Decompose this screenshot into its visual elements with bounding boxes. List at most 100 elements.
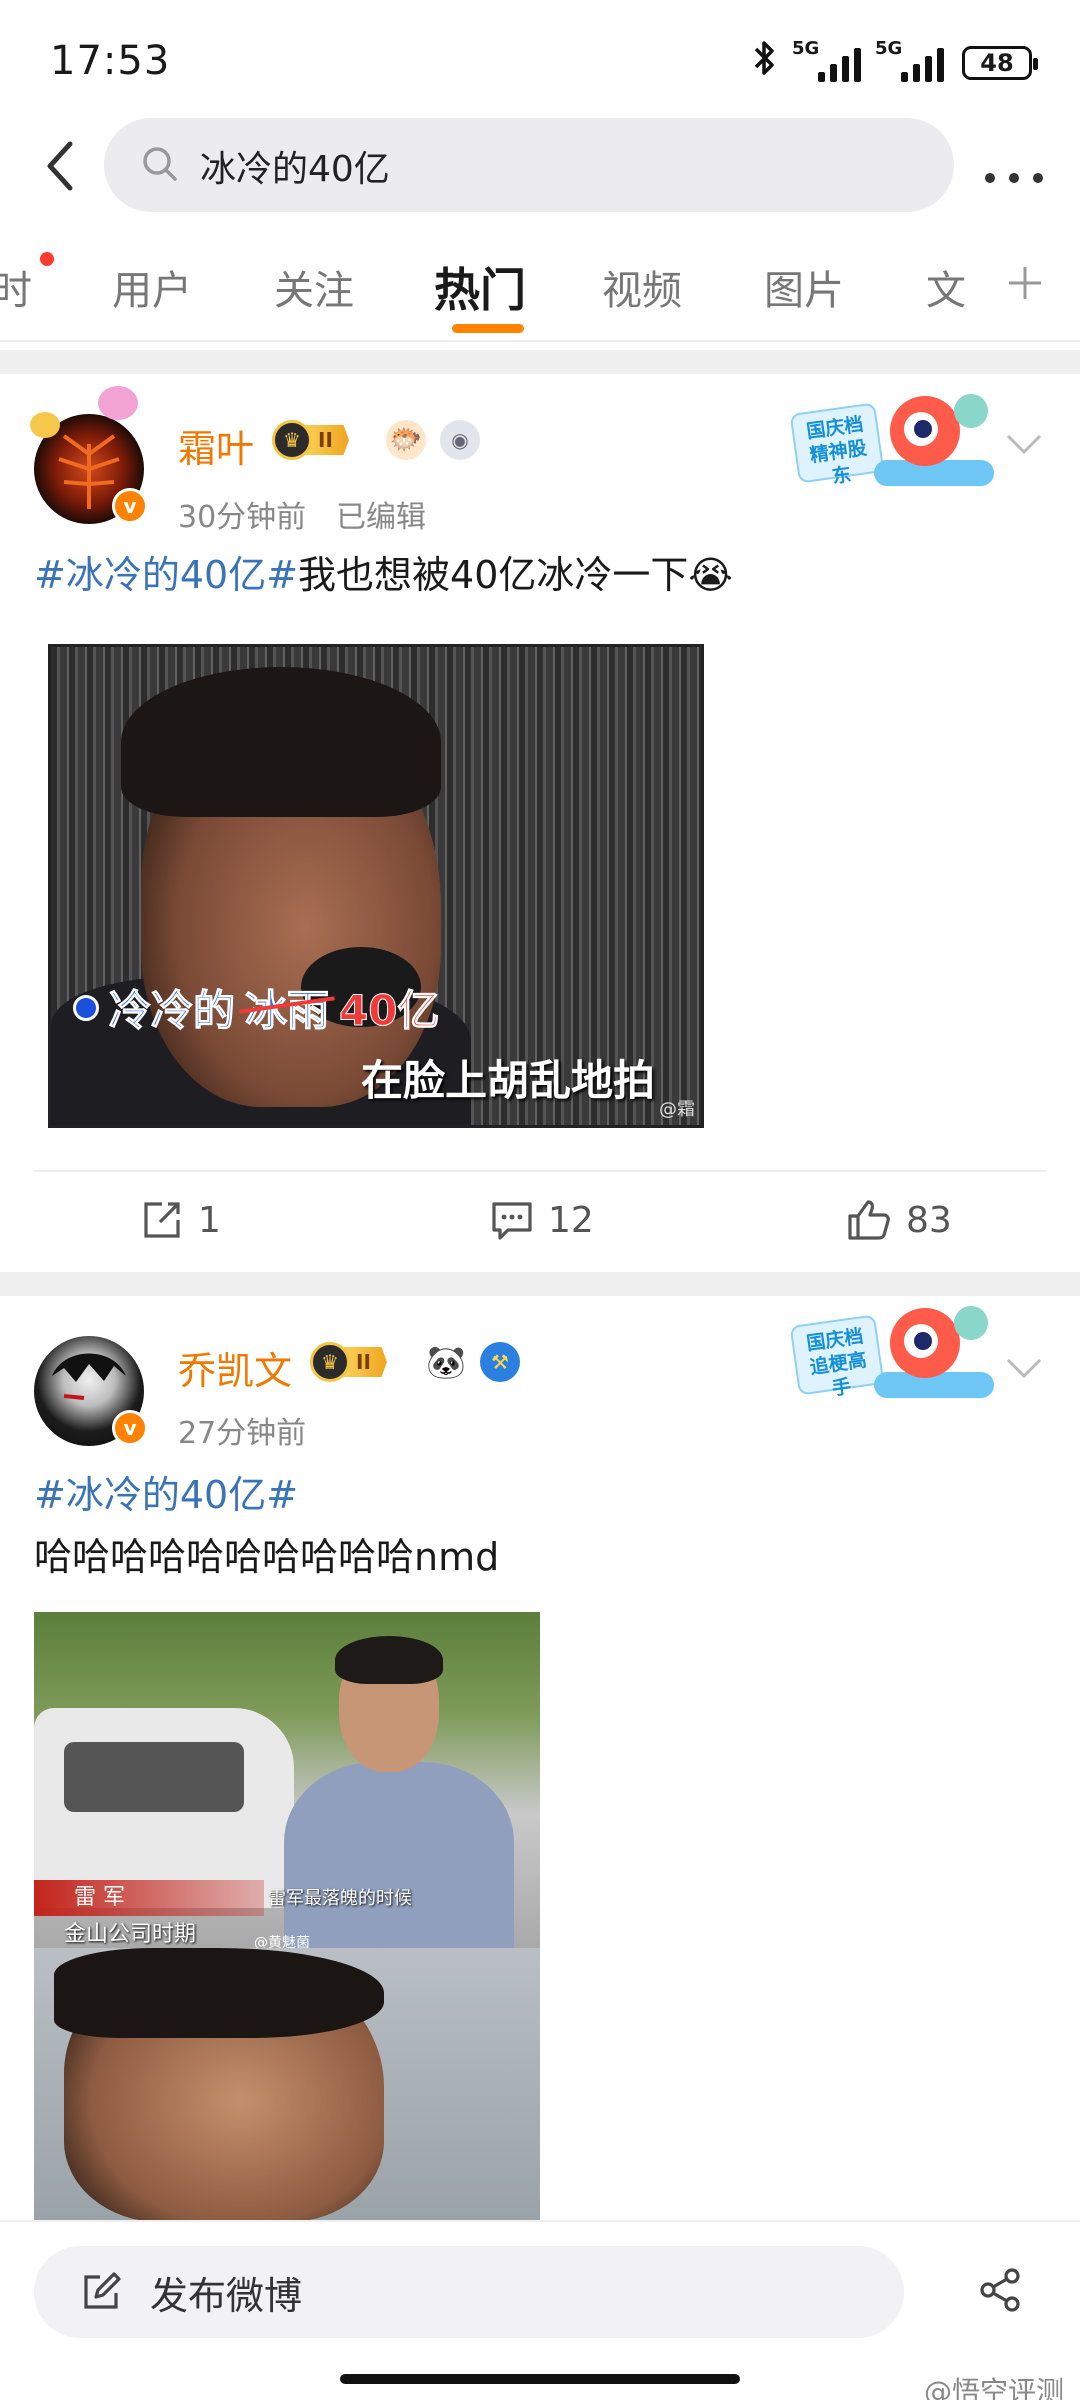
image-person-head — [335, 1636, 443, 1772]
edit-icon — [84, 2272, 121, 2309]
repost-icon — [144, 1202, 180, 1238]
hashtag-link[interactable]: #冰冷的40亿# — [34, 553, 298, 597]
post-time: 27分钟前 — [178, 1416, 307, 1451]
comment-count: 12 — [548, 1199, 594, 1241]
tab-hot[interactable]: 热门 — [434, 254, 526, 320]
panda-icon: 🐼 — [426, 1342, 466, 1382]
post-time: 30分钟前 — [178, 500, 307, 535]
like-button[interactable]: 83 — [846, 1198, 952, 1242]
home-indicator[interactable] — [340, 2374, 740, 2384]
post-image[interactable]: 冷冷的 冰雨 40亿 在脸上胡乱地拍 @霜 — [48, 644, 704, 1128]
image-watermark: @霜 — [659, 1099, 695, 1120]
section-gap — [0, 1272, 1080, 1296]
post-text: #冰冷的40亿#我也想被40亿冰冷一下😭 — [34, 550, 733, 600]
fish-badge-icon: 🐡 — [386, 420, 426, 460]
tab-realtime[interactable]: 时 — [0, 258, 32, 316]
image-caption-line2: 在脸上胡乱地拍 — [361, 1056, 656, 1105]
member-level-badge[interactable]: ♛ II — [272, 420, 349, 460]
image-caption-name: 雷 军 — [34, 1880, 264, 1916]
more-dots-icon — [985, 173, 1043, 183]
compose-button[interactable]: 发布微博 — [34, 2246, 904, 2338]
active-tab-indicator — [452, 324, 524, 333]
like-count: 83 — [906, 1199, 952, 1241]
unread-dot — [40, 252, 54, 266]
status-bar: 17:53 5G 5G 48 — [0, 0, 1080, 120]
add-tab-button[interactable] — [1006, 258, 1044, 314]
avatar[interactable]: v — [34, 1336, 148, 1446]
crying-emoji: 😭 — [688, 553, 733, 597]
comment-button[interactable]: 12 — [490, 1198, 594, 1242]
caption-dot-icon — [73, 994, 99, 1021]
search-icon — [143, 147, 177, 181]
signal-icon-2: 5G — [875, 38, 944, 82]
post-hashtag-line: #冰冷的40亿# — [34, 1470, 298, 1520]
chevron-down-icon — [1006, 1358, 1042, 1379]
verified-badge: v — [112, 1410, 148, 1446]
repost-count: 1 — [198, 1199, 221, 1241]
chevron-left-icon — [47, 141, 73, 191]
image-caption-line1: 冷冷的 冰雨 40亿 — [73, 977, 440, 1038]
network-type-label: 5G — [792, 37, 820, 59]
image-person-hair — [54, 1948, 384, 2038]
edited-label: 已编辑 — [336, 500, 426, 535]
promo-ball-decoration — [954, 394, 988, 428]
more-options-button[interactable] — [984, 148, 1044, 194]
signal-icon: 5G — [792, 38, 861, 82]
promo-badge-label: 国庆档追梗高手 — [789, 1314, 885, 1400]
bluetooth-icon — [752, 40, 778, 85]
chevron-down-icon — [1006, 434, 1042, 455]
post-menu-button[interactable] — [1004, 424, 1044, 465]
hashtag-link[interactable]: #冰冷的40亿# — [34, 1473, 298, 1517]
status-time: 17:53 — [50, 38, 171, 84]
avatar[interactable]: v — [30, 386, 148, 524]
battery-icon: 48 — [962, 45, 1038, 80]
divider — [34, 1170, 1046, 1172]
caption-red-text: 40亿 — [339, 986, 440, 1036]
crown-icon: ♛ — [272, 420, 312, 460]
caption-text-a: 冷冷的 — [108, 986, 236, 1036]
member-level-badge[interactable]: ♛ II — [310, 1342, 387, 1382]
plus-icon — [1009, 267, 1041, 299]
post-text: 哈哈哈哈哈哈哈哈哈哈nmd — [34, 1535, 500, 1579]
thumbs-up-icon — [848, 1200, 890, 1240]
post-body: 我也想被40亿冰冷一下 — [298, 553, 689, 597]
tab-video[interactable]: 视频 — [602, 258, 682, 316]
avatar-decoration — [30, 412, 60, 438]
promo-badge[interactable]: 国庆档精神股东 — [789, 394, 994, 494]
tab-articles[interactable]: 文 — [926, 258, 966, 316]
verified-badge: v — [112, 488, 148, 524]
mascot-icon — [890, 396, 960, 466]
promo-ball-decoration — [954, 1306, 988, 1340]
divider — [0, 340, 1080, 342]
image-figure-hair — [121, 667, 441, 817]
image-person-shirt — [284, 1762, 514, 1962]
back-button[interactable] — [40, 136, 80, 196]
shield-icon: ⚒ — [480, 1342, 520, 1382]
share-icon — [980, 2268, 1020, 2312]
mascot-icon — [890, 1308, 960, 1378]
tab-users[interactable]: 用户 — [112, 258, 192, 316]
post-image[interactable]: 雷 军 金山公司时期 雷军最落魄的时候 @黄魅菌 — [34, 1612, 540, 2220]
repost-button[interactable]: 1 — [140, 1198, 221, 1242]
tab-following[interactable]: 关注 — [274, 258, 354, 316]
username[interactable]: 乔凯文 — [178, 1340, 292, 1395]
compose-label: 发布微博 — [150, 2273, 303, 2318]
bottom-bar: 发布微博 @悟空评测 — [0, 2220, 1080, 2400]
medal-icon: ◉ — [440, 420, 480, 460]
section-gap — [0, 350, 1080, 374]
share-button[interactable] — [976, 2266, 1024, 2318]
post-menu-button[interactable] — [1004, 1348, 1044, 1389]
network-type-label-2: 5G — [875, 37, 903, 59]
image-car-window — [64, 1742, 244, 1812]
search-header: 冰冷的40亿 — [0, 118, 1080, 214]
status-icons: 5G 5G 48 — [752, 38, 1038, 85]
comment-icon — [492, 1202, 532, 1240]
promo-badge[interactable]: 国庆档追梗高手 — [789, 1306, 994, 1406]
search-input[interactable]: 冰冷的40亿 — [104, 118, 954, 212]
caption-struck-text: 冰雨 — [239, 977, 335, 1038]
username[interactable]: 霜叶 — [178, 418, 254, 473]
tab-images[interactable]: 图片 — [764, 258, 844, 316]
search-tabs: 时 用户 关注 热门 视频 图片 文 — [0, 240, 1080, 340]
image-caption-subtitle: 金山公司时期 — [64, 1922, 197, 1947]
image-caption: 雷军最落魄的时候 — [268, 1888, 412, 1909]
